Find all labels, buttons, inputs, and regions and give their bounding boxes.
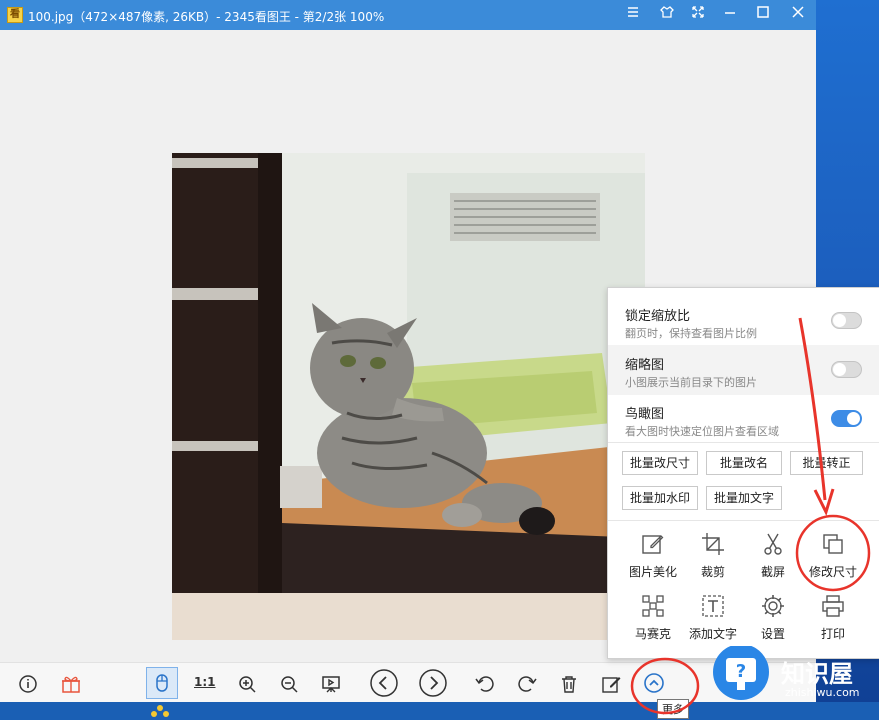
actual-size-button[interactable]: 1:1	[194, 675, 216, 697]
toggle-knob	[833, 363, 846, 376]
rotate-left-icon[interactable]	[474, 673, 496, 695]
tool-label: 修改尺寸	[808, 565, 857, 579]
birds-eye-toggle[interactable]	[831, 410, 862, 427]
option-subtitle: 翻页时，保持查看图片比例	[625, 327, 757, 340]
title-bar: 看 100.jpg（472×487像素, 26KB）- 2345看图王 - 第2…	[0, 0, 816, 30]
app-icon: 看	[7, 7, 23, 23]
edit-icon[interactable]	[600, 673, 622, 695]
toggle-knob	[847, 412, 860, 425]
thumbnails-toggle[interactable]	[831, 361, 862, 378]
flower-icon	[151, 705, 169, 717]
option-subtitle: 小图展示当前目录下的图片	[625, 376, 757, 389]
tool-label: 裁剪	[700, 565, 725, 579]
edit-icon	[642, 535, 664, 554]
tool-label: 设置	[760, 627, 785, 641]
divider	[608, 520, 879, 521]
svg-text:?: ?	[736, 661, 746, 682]
tool-label: 打印	[820, 627, 845, 641]
minimize-icon[interactable]	[718, 5, 742, 25]
mosaic-icon	[642, 595, 664, 617]
gift-icon[interactable]	[60, 673, 82, 695]
delete-icon[interactable]	[558, 673, 580, 695]
watermark: ? 知识屋 zhishiwu.com	[708, 644, 878, 702]
resize-icon	[823, 534, 843, 554]
more-tooltip: 更多	[657, 699, 689, 719]
gear-icon	[762, 595, 784, 617]
tool-crop[interactable]: 裁剪	[681, 531, 745, 591]
print-icon	[822, 595, 844, 617]
bottom-toolbar: 1:1	[0, 662, 816, 703]
window-title: 100.jpg（472×487像素, 26KB）- 2345看图王 - 第2/2…	[28, 10, 385, 24]
slideshow-icon[interactable]	[320, 673, 342, 695]
scissors-icon	[764, 533, 782, 555]
menu-icon[interactable]	[621, 5, 645, 25]
watermark-brand: 知识屋	[781, 660, 853, 688]
option-title: 缩略图	[625, 358, 665, 373]
mouse-mode-button[interactable]	[146, 667, 178, 699]
next-image-button[interactable]	[418, 668, 448, 698]
taskbar	[0, 702, 879, 720]
crop-icon	[702, 533, 724, 555]
zoom-in-icon[interactable]	[236, 673, 258, 695]
info-icon[interactable]	[17, 673, 39, 695]
batch-resize-button[interactable]: 批量改尺寸	[622, 451, 698, 475]
tool-label: 图片美化	[628, 565, 677, 579]
tool-mosaic[interactable]: 马赛克	[621, 593, 685, 653]
skin-icon[interactable]	[655, 5, 679, 25]
option-subtitle: 看大图时快速定位图片查看区域	[625, 425, 779, 438]
batch-watermark-button[interactable]: 批量加水印	[622, 486, 698, 510]
fullscreen-icon[interactable]	[686, 5, 710, 25]
rotate-right-icon[interactable]	[516, 673, 538, 695]
option-thumbnails[interactable]: 缩略图 小图展示当前目录下的图片	[608, 345, 879, 395]
option-title: 鸟瞰图	[625, 407, 665, 422]
tool-screenshot[interactable]: 截屏	[741, 531, 805, 591]
option-birds-eye[interactable]: 鸟瞰图 看大图时快速定位图片查看区域	[608, 394, 879, 444]
tool-label: 添加文字	[688, 627, 737, 641]
option-title: 锁定缩放比	[625, 309, 691, 324]
maximize-icon[interactable]	[751, 5, 775, 25]
batch-add-text-button[interactable]: 批量加文字	[706, 486, 782, 510]
tool-label: 马赛克	[634, 627, 671, 641]
divider	[608, 442, 879, 443]
tool-resize[interactable]: 修改尺寸	[801, 531, 865, 591]
text-icon	[702, 595, 724, 617]
batch-rotate-button[interactable]: 批量转正	[790, 451, 863, 475]
option-lock-zoom[interactable]: 锁定缩放比 翻页时，保持查看图片比例	[608, 296, 879, 346]
previous-image-button[interactable]	[369, 668, 399, 698]
tool-label: 截屏	[760, 565, 785, 579]
cat-photo[interactable]	[172, 153, 645, 640]
tool-print[interactable]: 打印	[801, 593, 865, 653]
tool-settings[interactable]: 设置	[741, 593, 805, 653]
watermark-site: zhishiwu.com	[785, 686, 860, 699]
image-viewer-window: 看 100.jpg（472×487像素, 26KB）- 2345看图王 - 第2…	[0, 0, 879, 720]
batch-rename-button[interactable]: 批量改名	[706, 451, 782, 475]
more-options-panel: 锁定缩放比 翻页时，保持查看图片比例 缩略图 小图展示当前目录下的图片 鸟瞰图 …	[607, 287, 879, 659]
zoom-out-icon[interactable]	[278, 673, 300, 695]
lock-zoom-toggle[interactable]	[831, 312, 862, 329]
toggle-knob	[833, 314, 846, 327]
more-button[interactable]	[643, 672, 665, 694]
tool-beautify[interactable]: 图片美化	[621, 531, 685, 591]
tool-add-text[interactable]: 添加文字	[681, 593, 745, 653]
close-icon[interactable]	[786, 5, 810, 25]
